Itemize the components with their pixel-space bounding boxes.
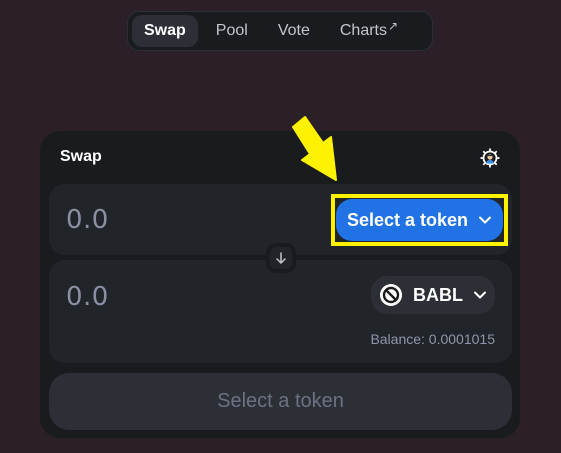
tab-charts-label: Charts	[339, 22, 387, 39]
token-balance: Balance: 0.0001015	[370, 331, 495, 347]
select-token-label: Select a token	[346, 209, 469, 230]
output-amount-field[interactable]: 0.0	[66, 282, 109, 312]
tab-pool[interactable]: Pool	[204, 15, 260, 47]
tab-vote[interactable]: Vote	[266, 15, 322, 47]
select-token-button[interactable]: Select a token	[336, 199, 503, 241]
swap-card: Swap 0.0 Select a token 0.0 BABL Balance…	[40, 131, 520, 438]
external-link-icon: ↗	[387, 19, 399, 33]
tab-swap[interactable]: Swap	[132, 15, 198, 47]
chevron-down-icon	[474, 291, 486, 299]
chevron-down-icon	[479, 216, 492, 224]
input-amount-field[interactable]: 0.0	[66, 205, 109, 235]
tab-charts[interactable]: Charts ↗	[328, 15, 410, 47]
top-nav: Swap Pool Vote Charts ↗	[127, 11, 433, 51]
swap-title: Swap	[60, 148, 102, 165]
annotation-arrow-icon	[292, 116, 337, 181]
swap-submit-button[interactable]: Select a token	[49, 373, 512, 430]
token-symbol: BABL	[413, 284, 463, 305]
gear-icon	[480, 148, 500, 168]
token-select-babl[interactable]: BABL	[371, 276, 495, 314]
arrow-down-icon	[276, 252, 286, 264]
settings-button[interactable]	[478, 146, 502, 170]
swap-direction-button[interactable]	[266, 243, 296, 273]
output-panel: 0.0 BABL Balance: 0.0001015	[49, 260, 512, 363]
token-babl-icon	[379, 283, 403, 307]
